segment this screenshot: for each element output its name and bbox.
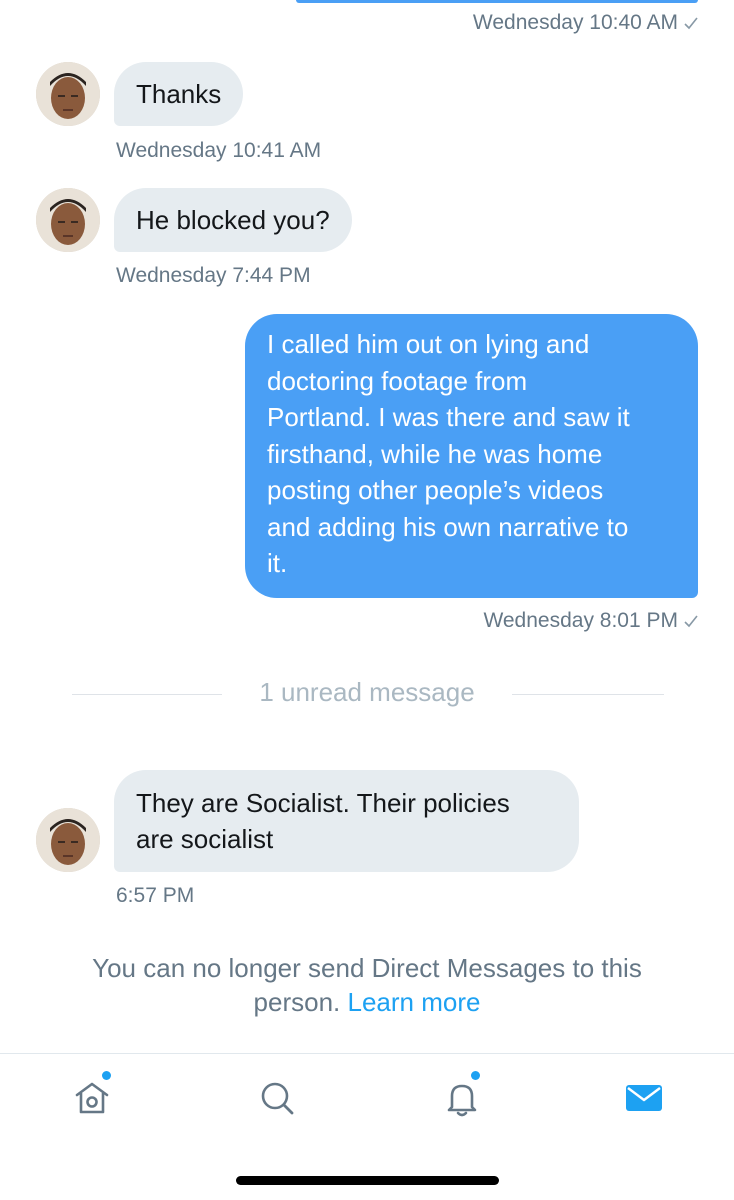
notifications-icon <box>447 1084 477 1117</box>
message-bubble-incoming[interactable]: He blocked you? <box>114 188 352 252</box>
message-bubble-incoming[interactable]: They are Socialist. Their policies are s… <box>114 770 579 872</box>
message-text-line: doctoring footage from <box>267 365 528 396</box>
blocked-notice-line: You can no longer send Direct Messages t… <box>92 953 642 983</box>
tab-home[interactable] <box>70 1076 114 1120</box>
read-check-icon <box>684 17 698 30</box>
avatar[interactable] <box>36 62 100 126</box>
message-timestamp: Wednesday 10:40 AM <box>473 11 698 35</box>
tabbar-divider <box>0 1053 734 1054</box>
message-timestamp: Wednesday 10:41 AM <box>116 139 322 162</box>
message-text-line: Portland. I was there and saw it <box>267 402 630 432</box>
tab-messages[interactable] <box>622 1076 666 1120</box>
tab-notifications[interactable] <box>440 1076 484 1120</box>
previous-message-bubble <box>296 0 698 3</box>
message-timestamp: Wednesday 7:44 PM <box>116 264 311 287</box>
message-bubble-incoming[interactable]: Thanks <box>114 62 244 126</box>
message-bubble-outgoing[interactable]: I called him out on lying and doctoring … <box>245 314 698 598</box>
avatar[interactable] <box>36 188 100 252</box>
message-text-line: it. <box>267 548 288 578</box>
avatar-photo <box>36 188 100 252</box>
notifications-notification-dot <box>471 1071 480 1080</box>
search-icon <box>261 1082 294 1115</box>
avatar[interactable] <box>36 808 100 872</box>
blocked-notice: You can no longer send Direct Messages t… <box>40 951 694 1019</box>
message-text-line: firsthand, while he was home <box>267 438 603 469</box>
message-text-line: and adding his own narrative to <box>267 511 629 542</box>
home-indicator[interactable] <box>236 1176 499 1185</box>
learn-more-link[interactable]: Learn more <box>348 987 481 1017</box>
message-text-line: posting other people’s videos <box>267 475 604 505</box>
message-text-line: They are Socialist. Their policies <box>136 788 510 818</box>
avatar-photo <box>36 808 100 872</box>
blocked-notice-line-2: person. Learn more <box>253 987 481 1017</box>
home-icon <box>75 1082 109 1114</box>
tab-search[interactable] <box>255 1076 299 1120</box>
message-text: Thanks <box>136 79 222 109</box>
messages-icon <box>626 1085 662 1111</box>
unread-divider-line-right <box>512 694 664 695</box>
avatar-photo <box>36 62 100 126</box>
read-check-icon <box>684 615 698 628</box>
home-notification-dot <box>102 1071 111 1080</box>
message-text-line: are socialist <box>136 824 274 854</box>
message-timestamp: 6:57 PM <box>116 884 195 907</box>
message-text-line: I called him out on lying and <box>267 329 590 359</box>
unread-divider-label: 1 unread message <box>259 677 475 707</box>
message-text: He blocked you? <box>136 205 330 235</box>
message-timestamp: Wednesday 8:01 PM <box>483 609 698 633</box>
